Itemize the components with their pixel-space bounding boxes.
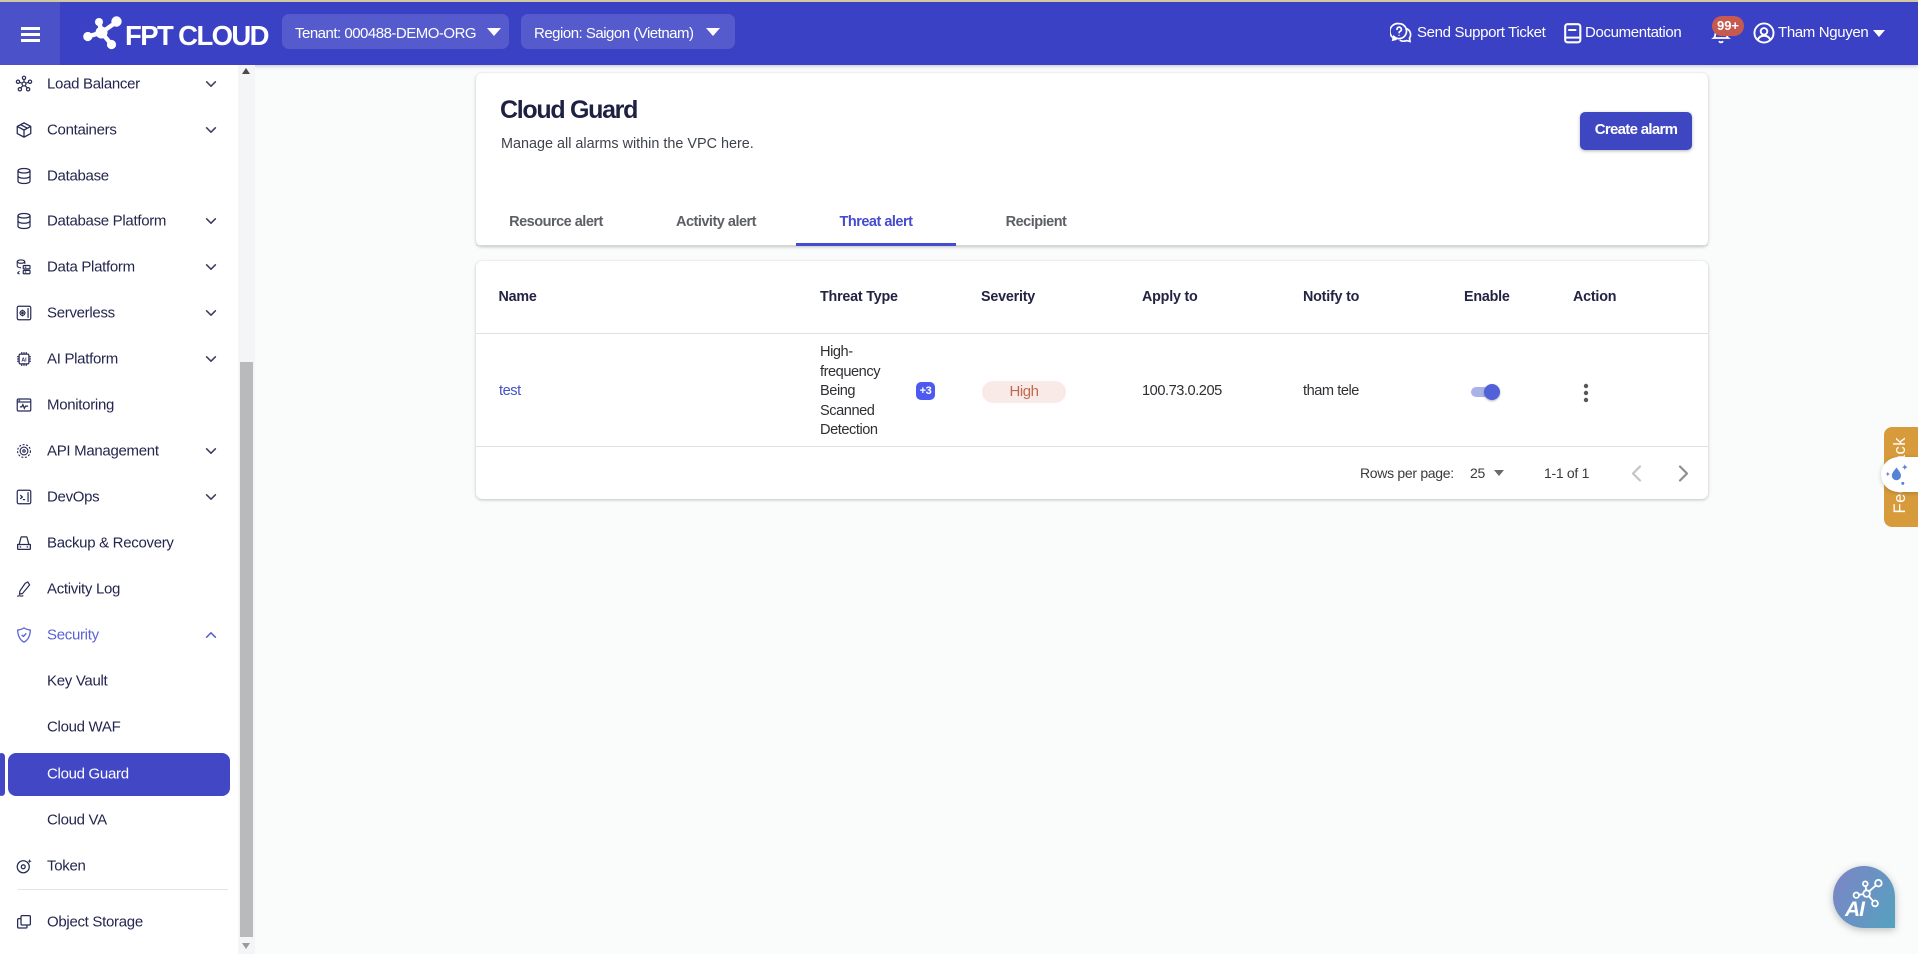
svg-text:AI: AI — [21, 357, 27, 363]
svg-text:AI: AI — [1844, 898, 1866, 921]
